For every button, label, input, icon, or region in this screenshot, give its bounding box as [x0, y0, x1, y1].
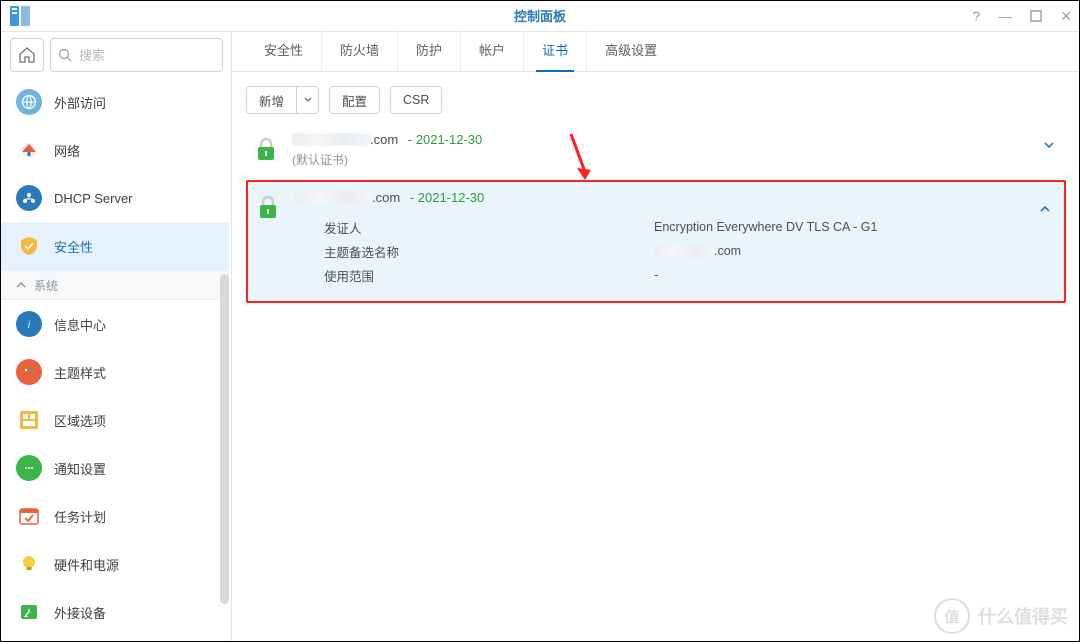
cert-details: 发证人 Encryption Everywhere DV TLS CA - G1… — [324, 215, 1054, 287]
title-bar: 控制面板 ? — ✕ — [0, 0, 1080, 32]
tab-protection[interactable]: 防护 — [398, 31, 461, 71]
sidebar-item-security[interactable]: 安全性 — [0, 222, 229, 270]
toolbar: 新增 配置 CSR — [232, 72, 1080, 124]
sidebar-item-label: 区域选项 — [54, 411, 106, 430]
sidebar-item-label: 任务计划 — [54, 507, 106, 526]
certificate-row-expanded[interactable]: .com - 2021-12-30 发证人 Encryption Everywh… — [246, 180, 1066, 303]
window-controls: ? — ✕ — [972, 0, 1072, 32]
sidebar-item-external-access[interactable]: 外部访问 — [0, 78, 229, 126]
tab-bar: 安全性 防火墙 防护 帐户 证书 高级设置 — [232, 32, 1080, 72]
scrollbar-thumb[interactable] — [220, 274, 229, 604]
sidebar-item-label: 信息中心 — [54, 315, 106, 334]
certificate-list: .com - 2021-12-30 (默认证书) .com - 2021-12-… — [232, 124, 1080, 303]
sidebar-item-external-devices[interactable]: 外接设备 — [0, 588, 229, 636]
certificate-row[interactable]: .com - 2021-12-30 (默认证书) — [246, 124, 1066, 176]
bulb-icon — [16, 551, 42, 577]
cert-domain: .com - 2021-12-30 — [292, 132, 1056, 147]
watermark: 值 什么值得买 — [934, 598, 1068, 634]
sidebar-item-theme[interactable]: 主题样式 — [0, 348, 229, 396]
chevron-up-icon[interactable] — [1038, 202, 1052, 216]
sidebar-item-task-scheduler[interactable]: 任务计划 — [0, 492, 229, 540]
network-icon — [16, 137, 42, 163]
chat-icon — [16, 455, 42, 481]
search-input[interactable] — [50, 38, 223, 72]
watermark-badge: 值 — [934, 598, 970, 634]
tab-security[interactable]: 安全性 — [246, 31, 322, 71]
tab-certificate[interactable]: 证书 — [524, 31, 587, 71]
shield-icon — [16, 233, 42, 259]
sidebar-item-label: 通知设置 — [54, 459, 106, 478]
sidebar-item-label: 网络 — [54, 141, 80, 160]
chevron-down-icon — [304, 96, 312, 104]
sidebar-item-network[interactable]: 网络 — [0, 126, 229, 174]
detail-san: 主题备选名称 .com — [324, 239, 1054, 263]
cert-default-label: (默认证书) — [292, 151, 1056, 168]
sidebar-item-label: DHCP Server — [54, 191, 133, 206]
palette-icon — [16, 359, 42, 385]
sidebar-item-info-center[interactable]: i 信息中心 — [0, 300, 229, 348]
detail-scope: 使用范围 - — [324, 263, 1054, 287]
main-panel: 安全性 防火墙 防护 帐户 证书 高级设置 新增 配置 CSR — [232, 32, 1080, 642]
help-icon[interactable]: ? — [972, 8, 980, 24]
tab-advanced[interactable]: 高级设置 — [587, 31, 675, 71]
tab-account[interactable]: 帐户 — [461, 31, 524, 71]
info-icon: i — [16, 311, 42, 337]
globe-icon — [16, 89, 42, 115]
search-field[interactable] — [50, 38, 223, 72]
section-label: 系统 — [34, 277, 58, 294]
sidebar-item-label: 外部访问 — [54, 93, 106, 112]
sidebar-item-dhcp[interactable]: DHCP Server — [0, 174, 229, 222]
configure-button[interactable]: 配置 — [329, 86, 380, 114]
maximize-icon[interactable] — [1030, 10, 1042, 22]
sidebar-item-label: 外接设备 — [54, 603, 106, 622]
section-system[interactable]: 系统 — [0, 270, 229, 300]
cert-expiry: - 2021-12-30 — [408, 132, 482, 147]
csr-button[interactable]: CSR — [390, 86, 442, 114]
region-icon — [16, 407, 42, 433]
redacted-text — [654, 245, 714, 257]
drive-icon — [16, 599, 42, 625]
search-icon — [58, 48, 72, 62]
lock-icon — [254, 136, 278, 162]
sidebar-item-label: 硬件和电源 — [54, 555, 119, 574]
cert-expiry: - 2021-12-30 — [410, 190, 484, 205]
lock-icon — [256, 194, 280, 220]
sidebar-item-label: 安全性 — [54, 237, 93, 256]
home-icon — [18, 46, 36, 64]
add-dropdown[interactable] — [297, 86, 319, 114]
add-button[interactable]: 新增 — [246, 86, 297, 114]
detail-issuer: 发证人 Encryption Everywhere DV TLS CA - G1 — [324, 215, 1054, 239]
sidebar: 外部访问 网络 DHCP Server 安全性 系统 — [0, 32, 232, 642]
sidebar-item-hardware-power[interactable]: 硬件和电源 — [0, 540, 229, 588]
tab-firewall[interactable]: 防火墙 — [322, 31, 398, 71]
close-icon[interactable]: ✕ — [1060, 8, 1072, 25]
sidebar-item-label: 主题样式 — [54, 363, 106, 382]
sidebar-item-region[interactable]: 区域选项 — [0, 396, 229, 444]
dhcp-icon — [16, 185, 42, 211]
nav: 外部访问 网络 DHCP Server 安全性 系统 — [0, 78, 231, 642]
window-title: 控制面板 — [0, 6, 1080, 25]
redacted-text — [292, 133, 370, 146]
add-button-group: 新增 — [246, 86, 319, 114]
cert-domain: .com - 2021-12-30 — [294, 190, 1054, 205]
minimize-icon[interactable]: — — [998, 8, 1012, 24]
calendar-icon — [16, 503, 42, 529]
chevron-up-icon — [16, 280, 26, 290]
sidebar-item-notification[interactable]: 通知设置 — [0, 444, 229, 492]
home-button[interactable] — [10, 38, 44, 72]
chevron-down-icon[interactable] — [1042, 138, 1056, 152]
redacted-text — [294, 191, 372, 204]
watermark-text: 什么值得买 — [978, 603, 1068, 629]
